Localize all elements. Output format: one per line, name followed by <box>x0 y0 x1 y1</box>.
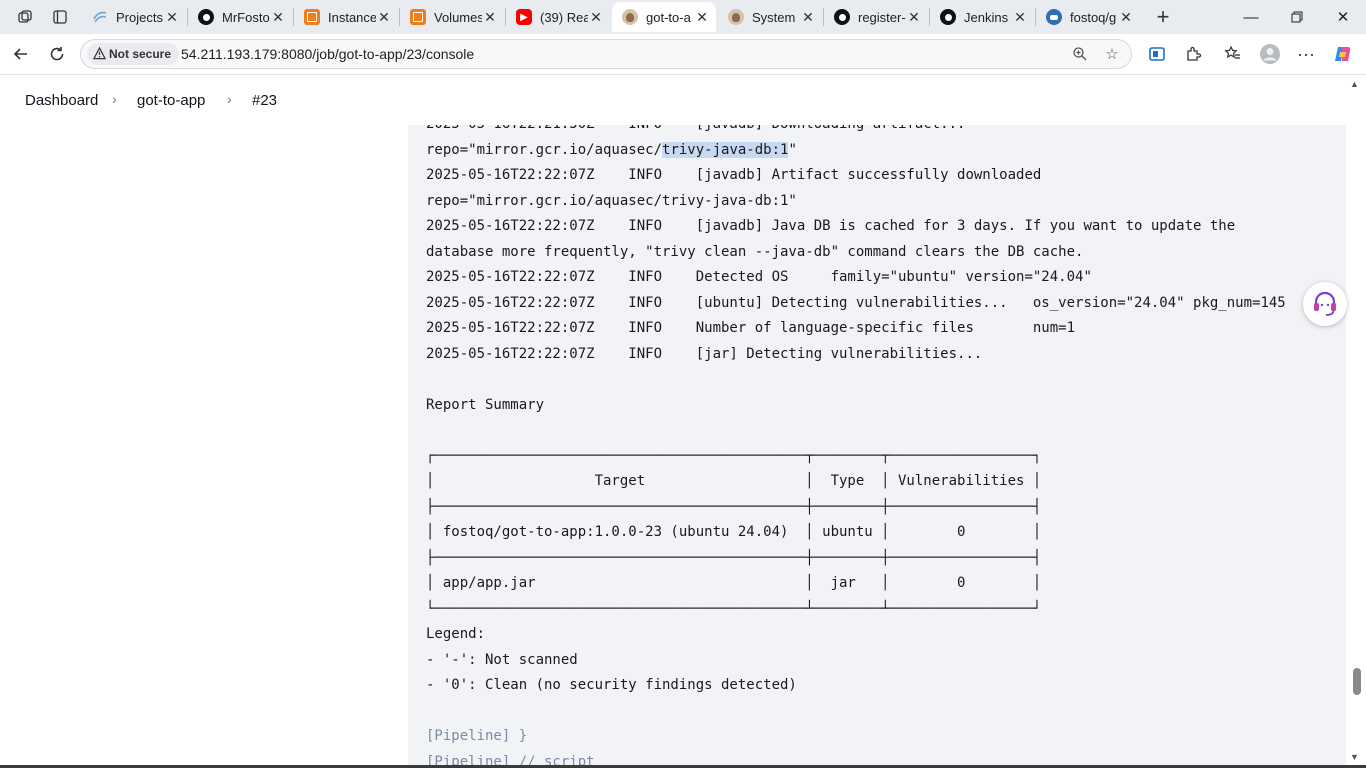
tab-title: Jenkins <box>964 9 1009 25</box>
tab-title: System <box>752 9 796 25</box>
tab-strip: Projects ✕ MrFosto ✕ Instance ✕ Volumes ✕ ▶ (39) … <box>0 0 1366 34</box>
scrollbar[interactable]: ▲ ▼ <box>1346 75 1366 768</box>
tab-close-icon[interactable]: ✕ <box>588 9 604 26</box>
copilot-icon[interactable] <box>1328 39 1358 69</box>
console-line: repo="mirror.gcr.io/aquasec/trivy-java-d… <box>426 141 797 158</box>
console-line: - '-': Not scanned <box>426 651 578 668</box>
warning-icon <box>93 47 106 60</box>
aws-icon <box>410 9 426 25</box>
tab-title: Projects <box>116 9 163 25</box>
tab-title: Volumes <box>434 9 482 25</box>
workspaces-icon[interactable] <box>10 3 40 31</box>
scroll-up-arrow-icon[interactable]: ▲ <box>1350 79 1359 89</box>
docker-icon <box>1046 9 1062 25</box>
console-line: └───────────────────────────────────────… <box>426 600 1042 617</box>
jenkins-icon <box>728 9 744 25</box>
browser-tab[interactable]: Projects ✕ <box>82 2 186 32</box>
console-line: 2025-05-16T22:22:07Z INFO [jar] Detectin… <box>426 345 983 362</box>
console-line: ├───────────────────────────────────────… <box>426 549 1042 566</box>
youtube-icon: ▶ <box>516 9 532 25</box>
minimize-button[interactable]: — <box>1228 0 1274 34</box>
console-line: [Pipeline] } <box>426 728 528 744</box>
selected-text: trivy-java-db:1 <box>662 141 789 158</box>
tab-title: (39) Rea <box>540 9 588 25</box>
browser-toolbar: Not secure 54.211.193.179:8080/job/got-t… <box>0 34 1366 75</box>
browser-tab[interactable]: MrFosto ✕ <box>188 2 292 32</box>
tab-close-icon[interactable]: ✕ <box>270 9 286 26</box>
address-bar[interactable]: Not secure 54.211.193.179:8080/job/got-t… <box>80 39 1132 69</box>
browser-tab[interactable]: got-to-a ✕ <box>612 2 716 32</box>
tab-title: fostoq/g <box>1070 9 1117 25</box>
tab-close-icon[interactable]: ✕ <box>1012 9 1028 26</box>
close-window-button[interactable]: ✕ <box>1320 0 1366 34</box>
tab-close-icon[interactable]: ✕ <box>906 9 922 26</box>
browser-tab[interactable]: Volumes ✕ <box>400 2 504 32</box>
tab-close-icon[interactable]: ✕ <box>800 9 816 26</box>
scroll-down-arrow-icon[interactable]: ▼ <box>1350 752 1359 762</box>
tab-close-icon[interactable]: ✕ <box>482 9 498 26</box>
console-line: database more frequently, "trivy clean -… <box>426 243 1084 260</box>
zoom-icon[interactable] <box>1071 45 1089 63</box>
breadcrumb-build[interactable]: #23 <box>252 92 277 109</box>
console-line: ┌───────────────────────────────────────… <box>426 447 1042 464</box>
profile-avatar-icon[interactable] <box>1255 39 1285 69</box>
console-line: 2025-05-16T22:22:07Z INFO [ubuntu] Detec… <box>426 294 1286 311</box>
console-text: 2025-05-16T22:21:50Z INFO [javadb] Downl… <box>426 112 1286 768</box>
console-line: │ Target │ Type │ Vulnerabilities │ <box>426 473 1042 489</box>
jenkins-icon <box>622 9 638 25</box>
split-screen-icon[interactable] <box>1142 39 1172 69</box>
new-tab-button[interactable]: + <box>1148 3 1178 31</box>
settings-more-icon[interactable]: ··· <box>1291 39 1321 69</box>
chevron-right-icon: › <box>112 91 117 107</box>
browser-tab[interactable]: fostoq/g ✕ <box>1036 2 1140 32</box>
tab-title: register- <box>858 9 906 25</box>
favorite-star-icon[interactable]: ☆ <box>1103 45 1121 63</box>
aws-icon <box>304 9 320 25</box>
browser-tab[interactable]: Instance ✕ <box>294 2 398 32</box>
github-icon <box>198 9 214 25</box>
wave-icon <box>92 9 108 25</box>
console-line: 2025-05-16T22:22:07Z INFO Number of lang… <box>426 320 1076 336</box>
refresh-icon[interactable] <box>42 39 72 69</box>
tab-title: Instance <box>328 9 376 25</box>
tab-close-icon[interactable]: ✕ <box>694 9 710 26</box>
tab-close-icon[interactable]: ✕ <box>376 9 392 26</box>
not-secure-label: Not secure <box>109 47 172 61</box>
console-line: - '0': Clean (no security findings detec… <box>426 677 797 693</box>
back-icon[interactable] <box>6 39 36 69</box>
console-line: │ fostoq/got-to-app:1.0.0-23 (ubuntu 24.… <box>426 524 1042 540</box>
console-line: 2025-05-16T22:22:07Z INFO Detected OS fa… <box>426 269 1092 285</box>
openai-icon <box>940 9 956 25</box>
console-line: repo="mirror.gcr.io/aquasec/trivy-java-d… <box>426 192 797 209</box>
breadcrumb: Dashboard › got-to-app › #23 <box>0 75 1366 125</box>
tab-title: got-to-a <box>646 9 691 25</box>
breadcrumb-dashboard[interactable]: Dashboard <box>25 92 98 109</box>
tab-close-icon[interactable]: ✕ <box>164 9 180 26</box>
console-line: ├───────────────────────────────────────… <box>426 498 1042 515</box>
console-line: Report Summary <box>426 396 545 413</box>
breadcrumb-job[interactable]: got-to-app <box>137 92 205 109</box>
github-icon <box>834 9 850 25</box>
restore-button[interactable] <box>1274 0 1320 34</box>
chevron-right-icon: › <box>227 91 232 107</box>
scrollbar-thumb[interactable] <box>1353 668 1361 695</box>
console-output: 2025-05-16T22:21:50Z INFO [javadb] Downl… <box>408 75 1346 768</box>
console-line: 2025-05-16T22:22:07Z INFO [javadb] Artif… <box>426 167 1042 183</box>
tab-title: MrFosto <box>222 9 270 25</box>
console-line: 2025-05-16T22:22:07Z INFO [javadb] Java … <box>426 218 1236 234</box>
not-secure-badge[interactable]: Not secure <box>87 43 180 65</box>
browser-tab[interactable]: register- ✕ <box>824 2 928 32</box>
browser-tab[interactable]: Jenkins ✕ <box>930 2 1034 32</box>
tab-actions-icon[interactable] <box>45 3 75 31</box>
sidebar <box>0 125 408 768</box>
support-headset-icon[interactable] <box>1303 282 1347 326</box>
console-line: Legend: <box>426 626 486 642</box>
favorites-icon[interactable] <box>1218 39 1248 69</box>
console-line: │ app/app.jar │ jar │ 0 │ <box>426 575 1042 591</box>
url-text[interactable]: 54.211.193.179:8080/job/got-to-app/23/co… <box>181 46 474 62</box>
tab-close-icon[interactable]: ✕ <box>1118 9 1134 26</box>
browser-tab[interactable]: System ✕ <box>718 2 822 32</box>
browser-tab[interactable]: ▶ (39) Rea ✕ <box>506 2 610 32</box>
extensions-icon[interactable] <box>1178 39 1208 69</box>
